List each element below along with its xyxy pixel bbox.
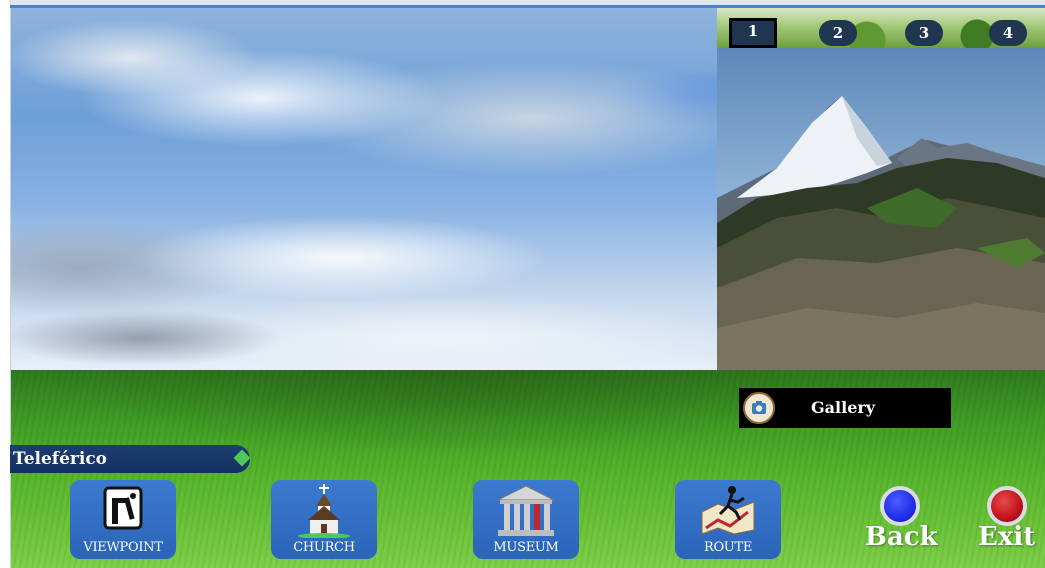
viewpoint-label: VIEWPOINT: [83, 540, 163, 555]
exit-button[interactable]: [987, 486, 1027, 526]
camera-icon: [743, 392, 775, 424]
church-icon: [296, 484, 352, 542]
back-label[interactable]: Back: [865, 522, 938, 552]
church-button[interactable]: CHURCH: [271, 480, 377, 559]
location-marker-icon: [233, 449, 251, 467]
app-window: 1 2 3 4 Gallery Teleférico VIEWPOINT CHU…: [0, 0, 1045, 568]
location-banner: Teleférico: [10, 445, 251, 473]
viewpoint-icon: [95, 484, 151, 538]
thumbnail-tab-2[interactable]: 2: [819, 20, 857, 46]
route-label: ROUTE: [703, 540, 753, 555]
mountain-city-image: [717, 96, 1045, 370]
church-label: CHURCH: [293, 540, 355, 555]
route-button[interactable]: ROUTE: [675, 480, 781, 559]
thumbnail-tab-1[interactable]: 1: [729, 18, 777, 48]
thumbnail-tab-4[interactable]: 4: [989, 20, 1027, 46]
thumbnail-tab-strip: 1 2 3 4: [717, 8, 1045, 48]
museum-button[interactable]: MUSEUM: [473, 480, 579, 559]
window-left-edge: [0, 0, 11, 568]
sky-panorama: [11, 8, 717, 370]
gallery-button[interactable]: Gallery: [739, 388, 951, 428]
museum-icon: [494, 484, 558, 542]
viewpoint-button[interactable]: VIEWPOINT: [70, 480, 176, 559]
route-icon: [698, 484, 758, 540]
thumbnail-tab-3[interactable]: 3: [905, 20, 943, 46]
back-button[interactable]: [880, 486, 920, 526]
mountain-city-photo: [717, 48, 1045, 370]
exit-label[interactable]: Exit: [978, 522, 1035, 552]
museum-label: MUSEUM: [493, 540, 559, 555]
location-label: Teleférico: [13, 449, 108, 469]
gallery-label: Gallery: [811, 398, 876, 417]
